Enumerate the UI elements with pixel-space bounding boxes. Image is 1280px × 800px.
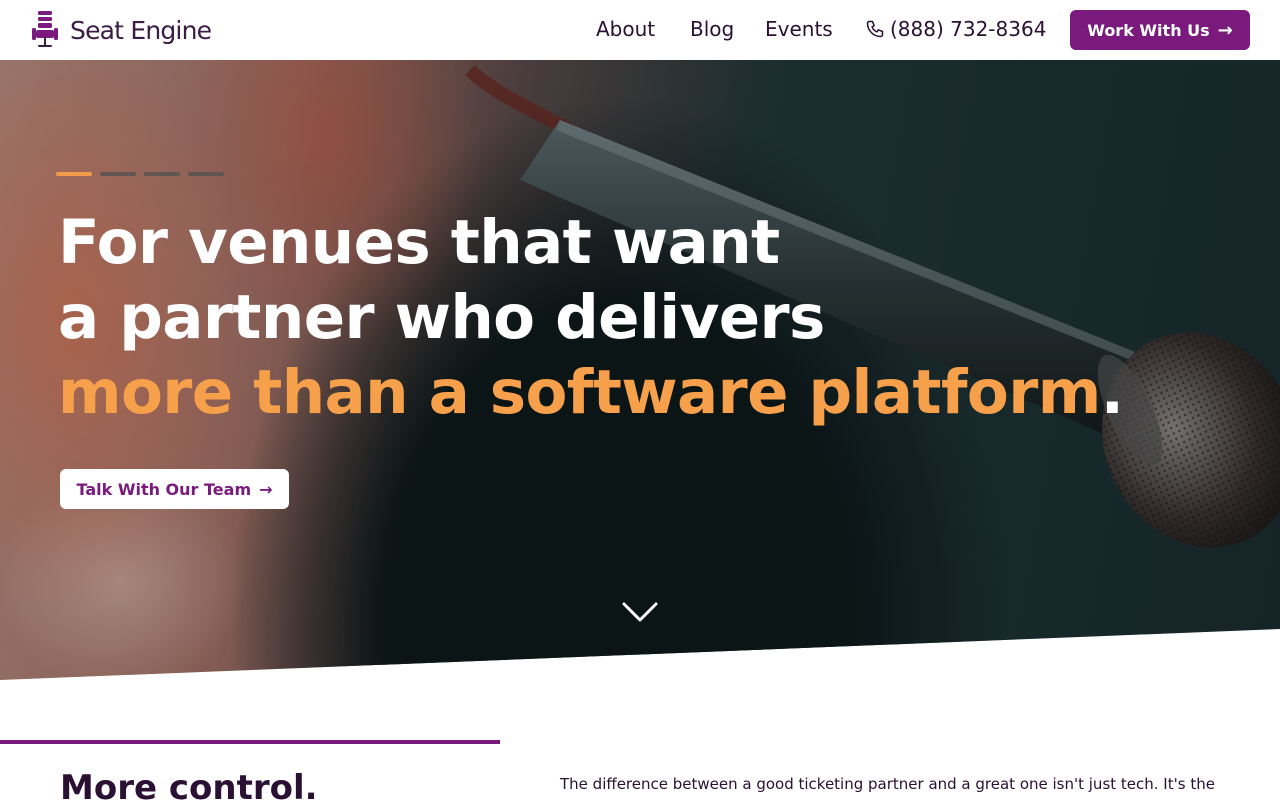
slide-indicator-3[interactable] <box>144 172 180 176</box>
chevron-down-icon[interactable] <box>622 600 658 624</box>
slide-indicators <box>56 172 224 176</box>
headline-line-2: a partner who delivers <box>58 282 825 353</box>
headline-highlight: more than a software platform <box>58 357 1101 428</box>
nav-blog[interactable]: Blog <box>690 17 734 41</box>
hero-headline: For venues that want a partner who deliv… <box>58 205 1124 430</box>
talk-with-team-label: Talk With Our Team <box>76 479 252 499</box>
hero-section: For venues that want a partner who deliv… <box>0 60 1280 680</box>
slide-indicator-1[interactable] <box>56 172 92 176</box>
work-with-us-button[interactable]: Work With Us → <box>1070 10 1250 50</box>
nav-about[interactable]: About <box>596 17 655 41</box>
site-header: Seat Engine About Blog Events (888) 732-… <box>0 0 1280 60</box>
arrow-right-icon: → <box>259 479 273 499</box>
work-with-us-label: Work With Us <box>1087 20 1210 40</box>
headline-period: . <box>1100 357 1124 428</box>
section-title: More control. <box>60 768 318 800</box>
talk-with-team-button[interactable]: Talk With Our Team → <box>60 469 289 509</box>
arrow-right-icon: → <box>1217 19 1233 41</box>
headline-line-1: For venues that want <box>58 207 780 278</box>
phone-link[interactable]: (888) 732-8364 <box>865 17 1046 41</box>
section-body-text: The difference between a good ticketing … <box>560 775 1215 793</box>
slide-indicator-2[interactable] <box>100 172 136 176</box>
headline-line-3: more than a software platform. <box>58 355 1124 430</box>
section-divider <box>0 740 500 744</box>
logo[interactable]: Seat Engine <box>30 10 212 50</box>
logo-wordmark: Seat Engine <box>70 15 212 45</box>
phone-icon <box>866 20 884 38</box>
slide-indicator-4[interactable] <box>188 172 224 176</box>
nav-events[interactable]: Events <box>765 17 833 41</box>
phone-number: (888) 732-8364 <box>890 17 1047 41</box>
seat-logo-icon <box>32 11 58 47</box>
